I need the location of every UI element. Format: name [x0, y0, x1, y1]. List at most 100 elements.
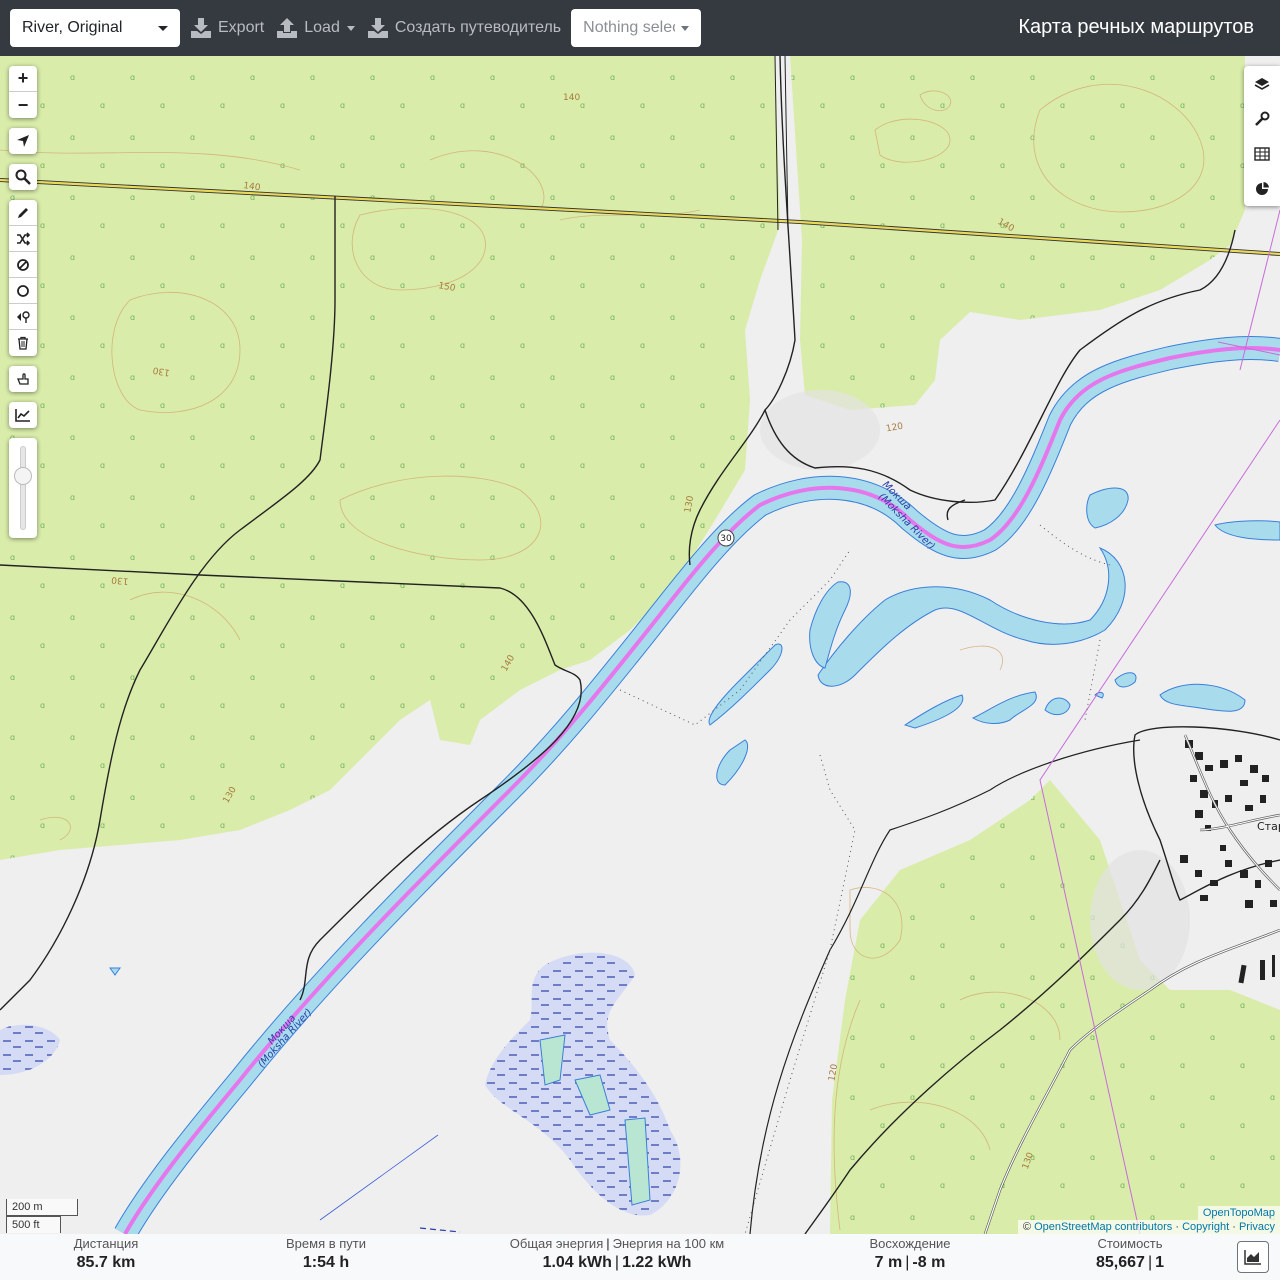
top-navbar: River, Original Export Load Создать путе…: [0, 0, 1280, 56]
export-button[interactable]: Export: [188, 9, 266, 47]
stat-distance: Дистанция 85.7 km: [60, 1236, 152, 1272]
route-select-placeholder: Nothing selected: [583, 19, 675, 36]
attribution: OpenTopoMap © OpenStreetMap contributors…: [1017, 1206, 1280, 1234]
scale-imperial: 500 ft: [6, 1216, 61, 1233]
distance-label: Дистанция: [73, 1236, 139, 1251]
shuffle-button[interactable]: [9, 226, 37, 252]
energy-value: 1.04 kWh: [542, 1254, 612, 1271]
divider: |: [614, 1254, 620, 1271]
distance-value: 85.7 km: [76, 1254, 136, 1271]
zoom-in-button[interactable]: +: [9, 66, 37, 92]
time-value: 1:54 h: [302, 1254, 350, 1271]
locate-button[interactable]: [9, 128, 37, 154]
cost-count: 1: [1155, 1254, 1164, 1271]
route-stats-bar: Дистанция 85.7 km Время в пути 1:54 h Об…: [0, 1234, 1280, 1280]
layers-icon: [1254, 77, 1270, 90]
contour-label: 140: [563, 93, 580, 103]
map-canvas[interactable]: ɑ ɑ: [0, 56, 1280, 1234]
export-label: Export: [218, 19, 265, 36]
area-chart-icon: [1244, 1250, 1261, 1265]
topo-map: ɑ ɑ: [0, 56, 1280, 1234]
cost-values: 85,667 | 1: [1080, 1254, 1180, 1272]
load-button[interactable]: Load: [274, 9, 357, 47]
energy-per-100km-value: 1.22 kWh: [622, 1254, 692, 1271]
load-label: Load: [304, 19, 340, 36]
energy-labels: Общая энергия | Энергия на 100 км: [500, 1236, 734, 1251]
copyright-link[interactable]: Copyright: [1182, 1221, 1229, 1233]
map-pin-swap-icon: [17, 310, 30, 323]
ban-icon: [17, 258, 29, 271]
stat-energy: Общая энергия | Энергия на 100 км 1.04 kWh…: [500, 1236, 734, 1272]
layers-button[interactable]: [1244, 66, 1280, 101]
wrench-icon: [1255, 111, 1270, 126]
draw-route-button[interactable]: [9, 200, 37, 226]
ascent-label: Восхождение: [869, 1236, 951, 1251]
zoom-control: + −: [9, 66, 37, 118]
route-marker[interactable]: 30: [717, 529, 735, 547]
scale-control: 200 m 500 ft: [6, 1199, 78, 1233]
settings-button[interactable]: [1244, 101, 1280, 136]
create-guide-label: Создать путеводитель: [394, 19, 562, 36]
table-button[interactable]: [1244, 136, 1280, 171]
copyright-symbol: ©: [1022, 1221, 1032, 1233]
circle-button[interactable]: [9, 278, 37, 304]
table-icon: [1254, 146, 1270, 161]
profile-select[interactable]: River, Original: [10, 9, 180, 47]
privacy-link[interactable]: Privacy: [1239, 1221, 1275, 1233]
analysis-button[interactable]: [1244, 171, 1280, 206]
divider: |: [905, 1254, 910, 1271]
divider: |: [1147, 1254, 1153, 1271]
settlement-label: Стар: [1257, 820, 1280, 833]
energy-values: 1.04 kWh | 1.22 kWh: [500, 1254, 734, 1272]
route-select[interactable]: Nothing selected: [571, 9, 702, 47]
contour-label: 130: [111, 574, 129, 585]
chart-line-icon: [15, 409, 30, 422]
shuffle-icon: [17, 231, 30, 246]
profile-select-value: River, Original: [22, 19, 123, 36]
cost-label: Стоимость: [1097, 1236, 1163, 1251]
opacity-slider-control: [9, 438, 37, 538]
osm-link[interactable]: OpenStreetMap contributors: [1034, 1221, 1172, 1233]
tile-provider-link[interactable]: OpenTopoMap: [1197, 1206, 1280, 1220]
draw-toolbar: [9, 200, 37, 356]
reverse-route-button[interactable]: [9, 304, 37, 330]
opacity-slider[interactable]: [9, 438, 37, 538]
upload-icon: [277, 18, 298, 38]
slider-rail: [14, 446, 32, 530]
search-button[interactable]: [9, 164, 37, 190]
app-root: River, Original Export Load Создать путе…: [0, 0, 1280, 1280]
zoom-out-button[interactable]: −: [9, 92, 37, 118]
no-go-area-button[interactable]: [9, 252, 37, 278]
ascent-value: 7 m: [874, 1254, 903, 1271]
search-control: [9, 164, 37, 190]
delete-route-button[interactable]: [9, 330, 37, 356]
separator: ·: [1175, 1221, 1179, 1233]
chevron-down-icon: [346, 25, 355, 31]
stat-ascent: Восхождение 7 m | -8 m: [855, 1236, 965, 1272]
pie-chart-icon: [1256, 181, 1269, 195]
app-title: Карта речных маршрутов: [1018, 16, 1254, 38]
download-icon: [191, 18, 211, 38]
slider-handle[interactable]: [14, 467, 32, 485]
search-icon: [15, 169, 31, 185]
ascent-values: 7 m | -8 m: [855, 1254, 965, 1272]
elevation-chart-button[interactable]: [9, 402, 37, 428]
elevation-control: [9, 402, 37, 428]
create-guide-button[interactable]: Создать путеводитель: [365, 9, 563, 47]
energy-label: Общая энергия: [509, 1236, 604, 1251]
scale-metric: 200 m: [6, 1199, 78, 1216]
attribution-line: © OpenStreetMap contributors · Copyright…: [1017, 1220, 1280, 1234]
locate-control: [9, 128, 37, 154]
pointer-button[interactable]: [9, 366, 37, 392]
separator: ·: [1232, 1221, 1236, 1233]
time-label: Время в пути: [286, 1236, 366, 1251]
energy-per-100km-label: Энергия на 100 км: [612, 1236, 725, 1251]
location-arrow-icon: [17, 135, 29, 147]
stat-cost: Стоимость 85,667 | 1: [1080, 1236, 1180, 1272]
cost-value: 85,667: [1096, 1254, 1145, 1271]
descent-value: -8 m: [912, 1254, 946, 1271]
pencil-icon: [18, 207, 28, 218]
elevation-profile-button[interactable]: [1237, 1241, 1269, 1273]
trash-icon: [18, 336, 28, 350]
divider: |: [606, 1236, 610, 1251]
